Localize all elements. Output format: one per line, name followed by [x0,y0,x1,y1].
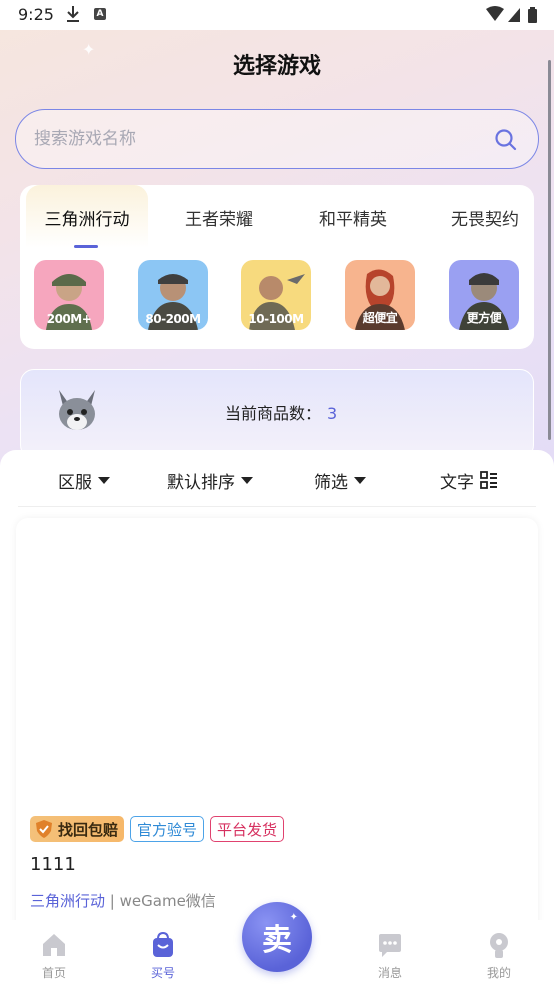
guarantee-label: 找回包赔 [58,820,119,839]
nav-mine-label: 我的 [486,966,511,980]
product-game: 三角洲行动 [30,892,106,910]
badge-label: 200M+ [46,312,92,326]
nav-messages-label: 消息 [377,966,402,980]
nav-buy-label: 买号 [150,966,175,980]
nav-mine[interactable]: 我的 [469,930,529,981]
nav-home-label: 首页 [41,966,66,980]
category-badge-convenient[interactable]: 更方便 [449,260,519,330]
sparkle-icon: ✦ [289,912,298,923]
product-card[interactable]: 找回包赔 官方验号 平台发货 1111 三角洲行动 | weGame微信 [16,518,538,938]
verified-badge: 官方验号 [130,816,205,842]
tab-game-2[interactable]: 和平精英 [298,185,408,255]
tab-game-3[interactable]: 无畏契约 [430,185,534,255]
item-count-card: 当前商品数： 3 [20,369,534,459]
download-icon [67,6,79,22]
product-platform: weGame微信 [119,892,216,910]
product-meta: 三角洲行动 | weGame微信 [30,890,216,911]
wolf-mascot-icon [59,390,95,430]
game-selector-card: 三角洲行动 王者荣耀 和平精英 无畏契约 200M+ 80-200M 10-10… [20,185,534,349]
search-icon[interactable] [494,128,518,152]
status-time: 9:25 [18,5,54,24]
item-count: 当前商品数： 3 [225,400,337,424]
category-badge-200m-plus[interactable]: 200M+ [34,260,104,330]
chat-bubble-icon [379,934,401,957]
badge-label: 80-200M [145,312,201,326]
filter-dropdown[interactable]: 筛选 [314,468,366,493]
guarantee-badge: 找回包赔 [30,816,125,842]
list-view-icon [480,471,497,489]
active-tab-indicator [74,245,98,248]
sort-dropdown[interactable]: 默认排序 [167,468,253,493]
badge-label: 超便宜 [362,311,398,325]
nav-messages[interactable]: 消息 [360,930,420,981]
caret-down-icon [354,476,366,484]
caret-down-icon [241,476,253,484]
meta-separator: | [109,892,115,910]
tab-label: 王者荣耀 [185,210,253,230]
sell-label: 卖 [262,923,292,958]
shield-icon [36,820,52,838]
caret-down-icon [98,476,110,484]
nav-buy[interactable]: 买号 [133,930,193,981]
region-filter-label: 区服 [58,472,92,493]
sort-label: 默认排序 [167,472,235,493]
view-mode-label: 文字 [440,472,474,493]
profile-icon [490,933,508,958]
page-title: 选择游戏 [232,54,321,79]
view-mode-toggle[interactable]: 文字 [440,468,498,493]
tab-label: 无畏契约 [451,210,519,230]
badge-label: 10-100M [248,312,304,326]
category-badge-10-100m[interactable]: 10-100M [241,260,311,330]
keyboard-indicator-icon: A [94,8,106,20]
badge-label: 更方便 [466,311,502,325]
tab-label: 和平精英 [319,210,387,230]
product-title: 1111 [30,854,76,875]
signal-battery-icons [486,6,537,23]
region-filter-dropdown[interactable]: 区服 [58,468,110,493]
item-count-label: 当前商品数： [225,404,322,423]
sell-button[interactable]: 卖 ✦ [242,902,312,972]
shopping-bag-icon [153,931,173,957]
search-input[interactable] [34,124,474,154]
delivery-badge: 平台发货 [210,816,285,842]
tab-label: 三角洲行动 [44,210,130,230]
divider [18,506,536,507]
category-badge-cheap[interactable]: 超便宜 [345,260,415,330]
status-bar: 9:25 A [0,0,554,30]
scrollbar[interactable] [548,60,551,440]
nav-home[interactable]: 首页 [24,930,84,981]
product-tags: 找回包赔 官方验号 平台发货 [30,816,285,842]
home-icon [43,934,65,956]
tab-game-1[interactable]: 王者荣耀 [164,185,274,255]
filter-label: 筛选 [314,472,348,493]
item-count-value: 3 [327,404,338,423]
category-badge-80-200m[interactable]: 80-200M [138,260,208,330]
search-bar[interactable] [15,109,539,169]
